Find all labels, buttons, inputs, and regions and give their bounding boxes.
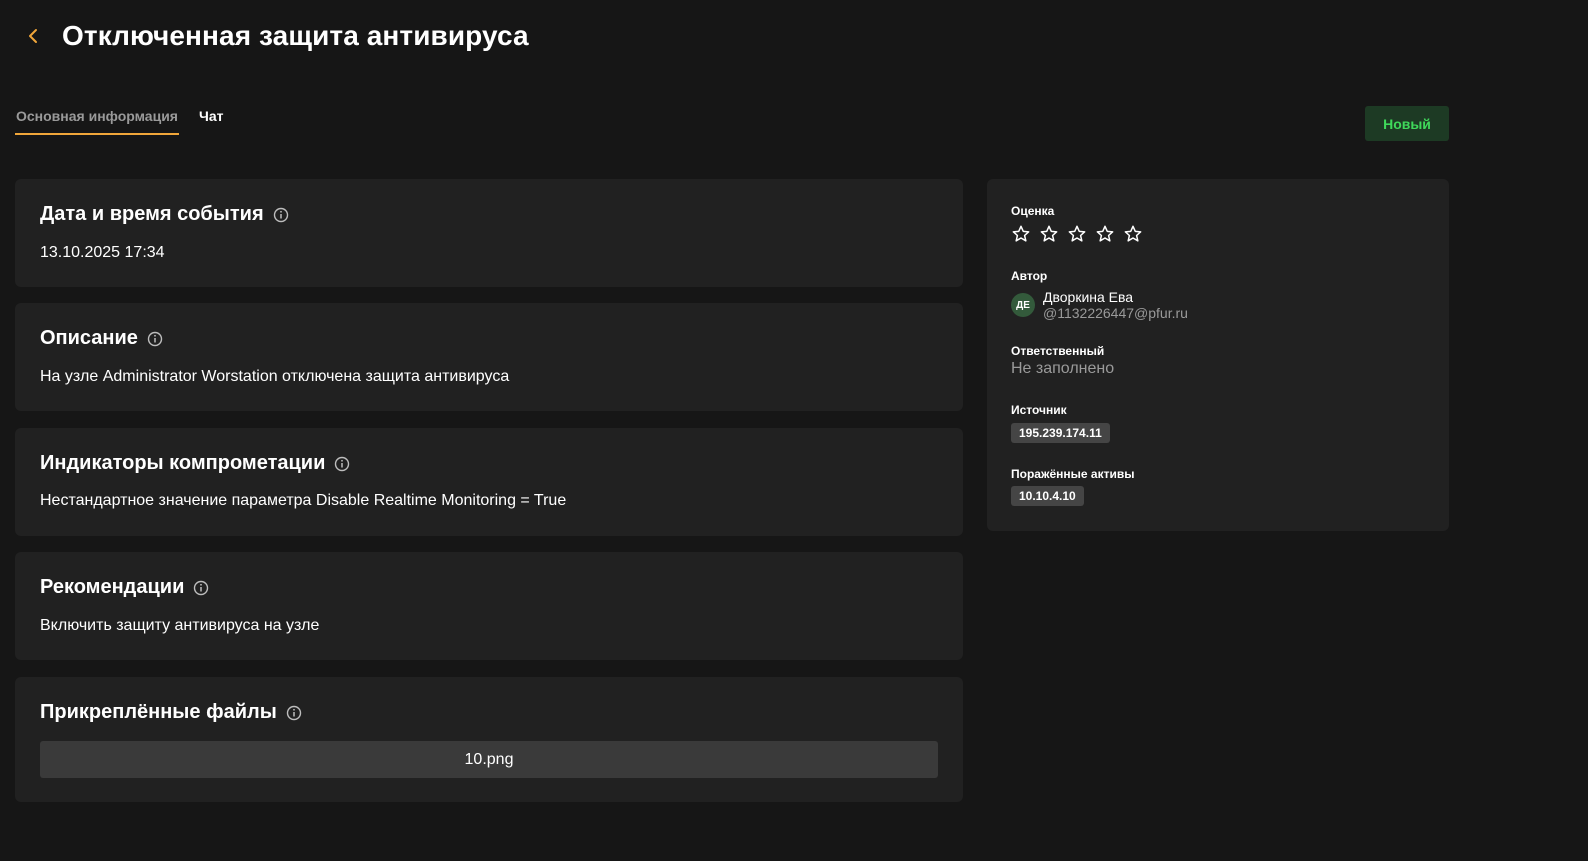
star-outline-icon[interactable] — [1067, 224, 1087, 244]
datetime-value: 13.10.2025 17:34 — [40, 244, 165, 261]
page-header: Отключенная защита антивируса — [22, 14, 529, 58]
description-card: Описание На узле Administrator Worstatio… — [15, 303, 963, 411]
page-title: Отключенная защита антивируса — [62, 20, 529, 51]
datetime-title-row: Дата и время события — [40, 203, 289, 226]
source-label: Источник — [1011, 403, 1067, 417]
status-badge[interactable]: Новый — [1365, 106, 1449, 141]
rating-stars — [1011, 224, 1143, 244]
attachments-card: Прикреплённые файлы 10.png — [15, 677, 963, 802]
recommendations-title-row: Рекомендации — [40, 576, 209, 599]
description-text: На узле Administrator Worstation отключе… — [40, 368, 510, 385]
star-outline-icon[interactable] — [1123, 224, 1143, 244]
info-icon[interactable] — [286, 705, 302, 721]
star-outline-icon[interactable] — [1095, 224, 1115, 244]
attachments-title-row: Прикреплённые файлы — [40, 701, 302, 724]
indicators-title-row: Индикаторы компрометации — [40, 452, 350, 475]
description-title: Описание — [40, 327, 138, 349]
star-outline-icon[interactable] — [1039, 224, 1059, 244]
assignee-label: Ответственный — [1011, 344, 1105, 358]
tab-bar: Основная информация Чат — [15, 104, 224, 135]
tab-chat[interactable]: Чат — [198, 104, 224, 135]
info-icon[interactable] — [334, 456, 350, 472]
indicators-title: Индикаторы компрометации — [40, 452, 326, 474]
details-sidebar: Оценка Автор ДЕ Дворкина Ева @1132226447… — [987, 179, 1449, 531]
info-icon[interactable] — [193, 580, 209, 596]
indicators-text: Нестандартное значение параметра Disable… — [40, 492, 567, 509]
attachments-title: Прикреплённые файлы — [40, 701, 277, 723]
author-label: Автор — [1011, 269, 1048, 283]
info-icon[interactable] — [147, 331, 163, 347]
asset-chip[interactable]: 10.10.4.10 — [1011, 486, 1084, 506]
star-outline-icon[interactable] — [1011, 224, 1031, 244]
info-icon[interactable] — [273, 207, 289, 223]
assets-label: Поражённые активы — [1011, 467, 1135, 481]
indicators-card: Индикаторы компрометации Нестандартное з… — [15, 428, 963, 536]
author-block: ДЕ Дворкина Ева @1132226447@pfur.ru — [1011, 289, 1188, 321]
recommendations-text: Включить защиту антивируса на узле — [40, 617, 320, 634]
author-email: @1132226447@pfur.ru — [1043, 305, 1188, 321]
attachment-file[interactable]: 10.png — [40, 741, 938, 778]
recommendations-card: Рекомендации Включить защиту антивируса … — [15, 552, 963, 660]
recommendations-title: Рекомендации — [40, 576, 185, 598]
author-info: Дворкина Ева @1132226447@pfur.ru — [1043, 289, 1188, 321]
avatar: ДЕ — [1011, 293, 1035, 317]
datetime-card: Дата и время события 13.10.2025 17:34 — [15, 179, 963, 287]
description-title-row: Описание — [40, 327, 163, 350]
back-chevron-icon[interactable] — [22, 25, 44, 47]
author-name: Дворкина Ева — [1043, 289, 1134, 305]
rating-label: Оценка — [1011, 204, 1055, 218]
assignee-value[interactable]: Не заполнено — [1011, 360, 1114, 378]
tab-main-info[interactable]: Основная информация — [15, 104, 179, 135]
datetime-title: Дата и время события — [40, 203, 264, 225]
source-chip[interactable]: 195.239.174.11 — [1011, 423, 1110, 443]
